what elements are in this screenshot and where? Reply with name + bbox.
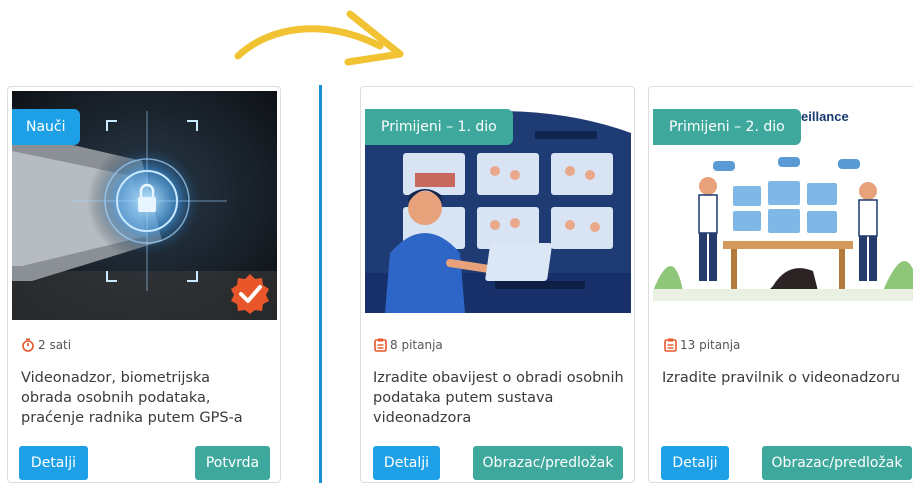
card-question-count: 8 pitanja [374, 338, 443, 352]
card-type-badge: Primijeni – 2. dio [653, 109, 801, 145]
card-type-badge: Primijeni – 1. dio [365, 109, 513, 145]
card-duration: 2 sati [21, 338, 71, 352]
curved-arrow-icon [234, 10, 404, 66]
duration-text: 2 sati [38, 338, 72, 352]
question-count-text: 8 pitanja [390, 338, 443, 352]
details-button[interactable]: Detalji [661, 446, 729, 480]
question-count-text: 13 pitanja [680, 338, 741, 352]
template-button[interactable]: Obrazac/predložak [473, 446, 623, 480]
card-question-count: 13 pitanja [664, 338, 740, 352]
certificate-button[interactable]: Potvrda [195, 446, 270, 480]
course-card-learn: Nauči 2 sati Videonadzor, biometrijska o… [7, 86, 281, 483]
completed-badge-icon [231, 274, 269, 314]
card-title: Izradite obavijest o obradi osobnih poda… [373, 370, 624, 426]
image-caption-text: eillance [801, 109, 849, 124]
course-card-apply-part2: eillance Primijeni – 2. dio 13 pitanja I… [648, 86, 913, 483]
section-divider [319, 85, 322, 483]
stopwatch-icon [22, 338, 34, 352]
template-button[interactable]: Obrazac/predložak [762, 446, 912, 480]
card-type-badge: Nauči [12, 109, 80, 145]
questionnaire-icon [374, 338, 387, 352]
course-card-apply-part1: Primijeni – 1. dio 8 pitanja Izradite ob… [360, 86, 635, 483]
details-button[interactable]: Detalji [19, 446, 88, 480]
questionnaire-icon [664, 338, 677, 352]
card-title: Izradite pravilnik o videonadzoru [662, 370, 901, 386]
card-title: Videonadzor, biometrijska obrada osobnih… [21, 370, 243, 426]
details-button[interactable]: Detalji [373, 446, 440, 480]
